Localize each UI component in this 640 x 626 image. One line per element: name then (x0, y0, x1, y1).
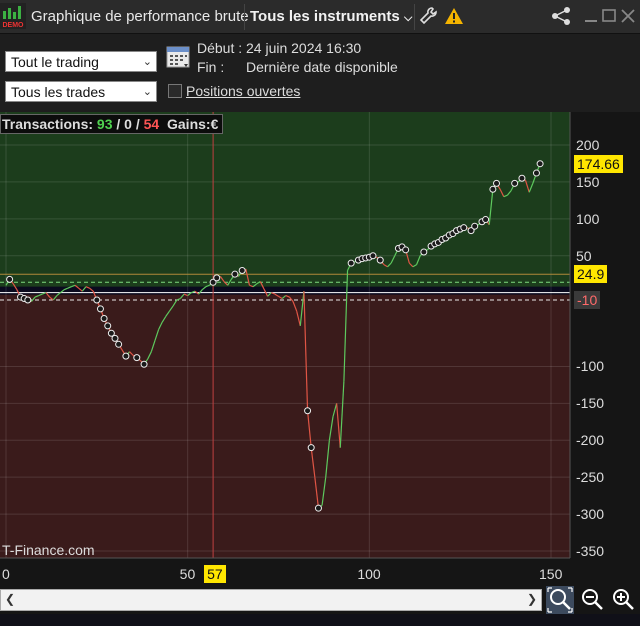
y-tick-label: -150 (576, 395, 605, 412)
trade-marker (6, 275, 14, 283)
trade-marker (213, 274, 221, 282)
demo-badge: DEMO (3, 22, 25, 29)
trade-marker (493, 179, 500, 187)
x-tick-label: 50 (179, 566, 196, 582)
trade-marker (307, 444, 315, 452)
trade-marker (122, 352, 130, 360)
trade-marker (347, 259, 355, 267)
performance-chart[interactable] (0, 112, 640, 626)
reference-value-tag: 24.9 (574, 265, 608, 284)
trade-marker (518, 174, 526, 182)
trade-marker (314, 504, 322, 512)
trade-marker (231, 270, 239, 278)
share-icon[interactable] (550, 6, 572, 26)
title-divider-2 (414, 4, 415, 30)
winning-count: 93 (96, 116, 113, 132)
loss-zone (0, 292, 570, 558)
trade-marker (471, 222, 479, 230)
y-tick-label: -250 (576, 469, 605, 486)
trades-select[interactable]: Tous les trades ⌄ (5, 81, 157, 102)
start-value: 24 juin 2024 16:30 (246, 40, 362, 56)
watermark-credit: T-Finance.com (2, 542, 95, 558)
trade-marker (115, 340, 123, 348)
y-tick-label: -350 (576, 543, 605, 559)
zoom-out-icon[interactable] (578, 586, 606, 614)
chevron-down-icon: ⌄ (142, 86, 152, 98)
trade-marker (140, 360, 148, 368)
trade-marker (238, 266, 246, 274)
minimize-icon[interactable] (582, 6, 602, 26)
trade-marker (369, 252, 377, 260)
filter-toolbar: Tout le trading ⌄ Tous les trades ⌄ Débu… (0, 34, 640, 112)
trade-marker (482, 216, 490, 224)
y-tick-label: 200 (576, 137, 600, 153)
separator: / (135, 116, 140, 132)
chevron-down-icon: ⌄ (142, 56, 152, 68)
trading-select-value: Tout le trading (11, 54, 99, 70)
trade-marker (460, 224, 468, 232)
scroll-right-icon[interactable]: ❯ (527, 592, 537, 606)
trade-marker (402, 246, 410, 254)
x-tick-label: 0 (2, 566, 10, 582)
trades-select-value: Tous les trades (11, 84, 106, 100)
x-tick-label: 150 (539, 566, 563, 582)
end-label: Fin : (197, 59, 225, 75)
scroll-left-icon[interactable]: ❮ (5, 592, 15, 606)
trading-select[interactable]: Tout le trading ⌄ (5, 51, 157, 72)
zoom-fit-icon[interactable] (546, 586, 574, 614)
profit-zone (0, 112, 570, 293)
trade-marker (511, 179, 519, 187)
gains-currency: € (210, 116, 219, 132)
y-tick-label: 150 (576, 173, 600, 190)
bottom-strip (0, 614, 640, 626)
selected-x-tag: 57 (204, 565, 226, 583)
transactions-label: Transactions: (2, 116, 94, 132)
gains-label: Gains: (167, 116, 211, 132)
trade-marker (536, 160, 544, 168)
open-positions-checkbox[interactable] (168, 84, 182, 98)
y-tick-label: 100 (576, 210, 600, 227)
threshold-value-tag: -10 (574, 291, 601, 310)
trade-marker (304, 407, 312, 415)
y-tick-label: 50 (576, 247, 592, 264)
instruments-label: Tous les instruments (250, 8, 400, 25)
trade-marker (420, 248, 428, 256)
x-tick-label: 100 (357, 566, 381, 582)
trade-marker (96, 305, 104, 313)
instruments-dropdown[interactable]: Tous les instruments ⌵ (250, 8, 412, 25)
chevron-down-icon: ⌵ (403, 12, 413, 24)
neutral-count: 0 (124, 116, 132, 132)
trade-marker (100, 314, 108, 322)
separator: / (116, 116, 121, 132)
trade-marker (133, 354, 141, 362)
y-tick-label: -100 (576, 358, 605, 375)
transactions-summary: Transactions: 93 / 0 / 54 Gains:€ (0, 114, 224, 134)
horizontal-scrollbar[interactable]: ❮ ❯ (0, 589, 542, 611)
end-value: Dernière date disponible (246, 59, 398, 75)
trade-marker (24, 296, 32, 304)
wrench-icon[interactable] (418, 6, 438, 26)
zoom-in-icon[interactable] (609, 586, 637, 614)
window-title: Graphique de performance brute (31, 8, 249, 25)
trade-marker (532, 169, 540, 177)
y-tick-label: -200 (576, 432, 605, 449)
close-icon[interactable] (618, 6, 638, 26)
maximize-icon[interactable] (600, 6, 620, 26)
losing-count: 54 (143, 116, 160, 132)
y-tick-label: -300 (576, 506, 605, 523)
calendar-icon[interactable] (166, 44, 192, 70)
trade-marker (104, 322, 112, 330)
trade-marker (111, 334, 119, 342)
start-label: Début : (197, 40, 243, 56)
warning-icon[interactable] (444, 6, 464, 26)
title-divider (244, 4, 245, 30)
prorealtime-logo-icon: DEMO (0, 3, 26, 29)
trade-marker (376, 256, 384, 264)
open-positions-label[interactable]: Positions ouvertes (186, 83, 300, 99)
last-value-tag: 174.66 (574, 154, 623, 173)
trade-marker (489, 185, 497, 193)
trade-marker (93, 296, 101, 304)
title-bar: DEMO Graphique de performance brute Tous… (0, 0, 640, 34)
